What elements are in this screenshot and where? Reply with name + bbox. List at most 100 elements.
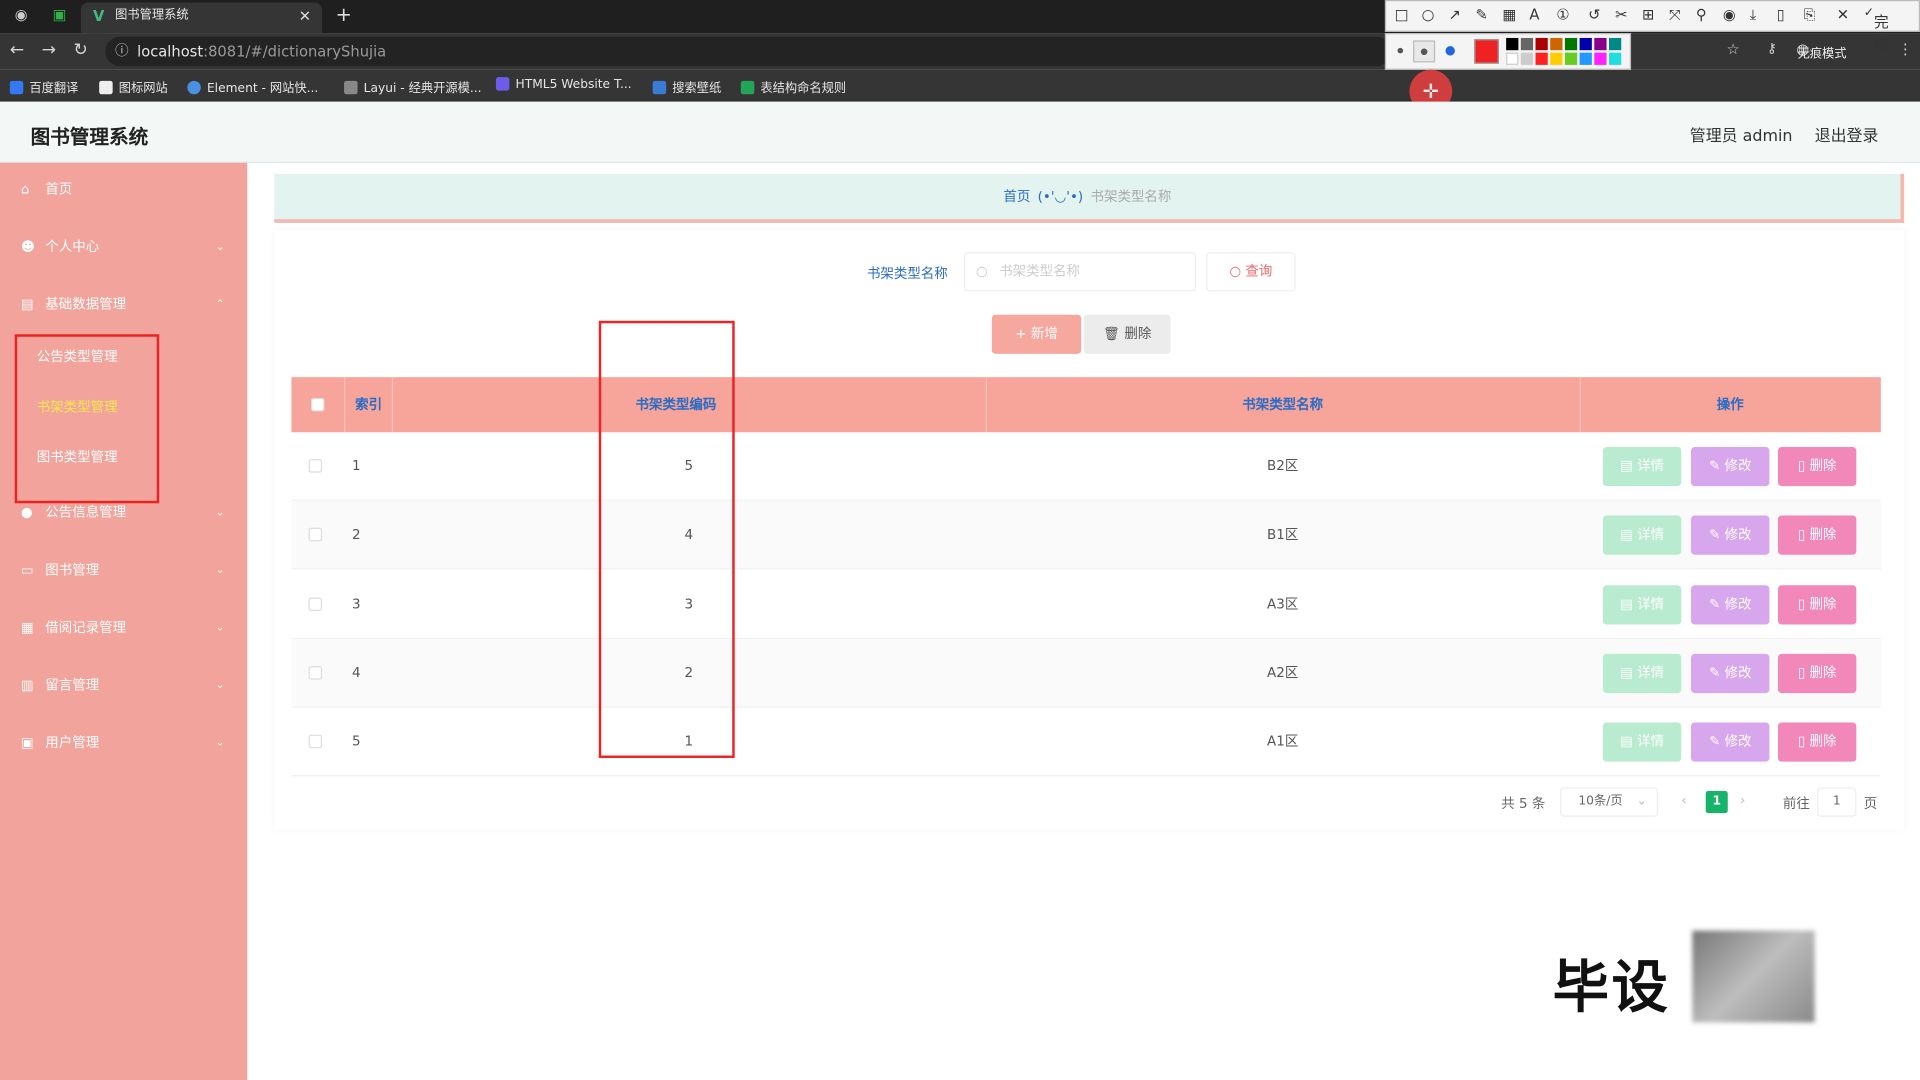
detail-button[interactable]: ▤ 详情 xyxy=(1602,585,1682,625)
color-swatch[interactable] xyxy=(1535,52,1548,65)
save-icon[interactable]: ⎘ xyxy=(1804,6,1816,24)
sidebar-item-base-data[interactable]: ▤ 基础数据管理 ⌃ xyxy=(0,278,247,332)
medium-dot-icon[interactable]: ● xyxy=(1413,40,1436,63)
current-color-swatch[interactable] xyxy=(1474,39,1499,64)
number-tool-icon[interactable]: ① xyxy=(1556,6,1569,23)
browser-tab[interactable]: V 图书管理系统 ✕ xyxy=(80,2,323,34)
add-button[interactable]: + 新增 xyxy=(991,314,1082,354)
expand-icon[interactable]: ⤧ xyxy=(1669,6,1681,24)
small-dot-icon[interactable]: ● xyxy=(1397,47,1403,56)
sidebar-item-users[interactable]: ▣ 用户管理 ⌄ xyxy=(0,716,247,770)
color-swatch[interactable] xyxy=(1550,37,1563,51)
bookmark-item[interactable]: Element - 网站快... xyxy=(187,77,318,96)
bookmark-item[interactable]: 百度翻译 xyxy=(9,77,79,96)
key-icon[interactable]: ⚷ xyxy=(1767,40,1777,56)
browser-menu-icon[interactable]: ◉ xyxy=(15,6,28,23)
row-checkbox[interactable] xyxy=(308,527,323,542)
arrow-tool-icon[interactable]: ↗ xyxy=(1449,6,1461,23)
delete-button[interactable]: ▯ 删除 xyxy=(1777,585,1857,625)
done-button[interactable]: ✓ 完成 xyxy=(1864,6,1889,51)
forward-icon[interactable]: → xyxy=(42,40,56,60)
bookmark-item[interactable]: 搜索壁纸 xyxy=(652,77,721,96)
detail-button[interactable]: ▤ 详情 xyxy=(1602,515,1682,555)
edit-button[interactable]: ✎ 修改 xyxy=(1691,585,1770,625)
prev-page-icon[interactable]: ‹ xyxy=(1681,792,1686,808)
pin-icon[interactable]: ⚲ xyxy=(1696,6,1707,23)
close-tab-icon[interactable]: ✕ xyxy=(299,2,311,29)
record-icon[interactable]: ◉ xyxy=(1723,6,1736,23)
color-swatch[interactable] xyxy=(1579,52,1592,65)
bookmark-item[interactable]: 表结构命名规则 xyxy=(740,77,846,96)
color-swatch[interactable] xyxy=(1520,37,1534,51)
row-checkbox[interactable] xyxy=(308,459,323,473)
edit-button[interactable]: ✎ 修改 xyxy=(1691,722,1770,762)
sidebar-item-borrow-records[interactable]: ▦ 借阅记录管理 ⌄ xyxy=(0,601,247,655)
color-swatch[interactable] xyxy=(1608,52,1622,65)
color-swatch[interactable] xyxy=(1579,37,1592,51)
batch-delete-button[interactable]: 🗑 删除 xyxy=(1083,314,1171,354)
page-size-select[interactable]: 10条/页 ⌄ xyxy=(1560,787,1658,817)
query-button[interactable]: ○ 查询 xyxy=(1206,252,1296,292)
color-swatch[interactable] xyxy=(1564,37,1578,51)
delete-button[interactable]: ▯ 删除 xyxy=(1777,515,1857,555)
color-swatch[interactable] xyxy=(1506,52,1519,65)
search-input[interactable]: ○ 书架类型名称 xyxy=(963,252,1197,292)
undo-icon[interactable]: ↺ xyxy=(1588,6,1600,23)
delete-button[interactable]: ▯ 删除 xyxy=(1777,722,1857,762)
pinned-tab-icon[interactable]: ▣ xyxy=(53,6,67,23)
row-checkbox[interactable] xyxy=(308,597,323,612)
column-header-name[interactable]: 书架类型名称 xyxy=(986,377,1580,432)
edit-button[interactable]: ✎ 修改 xyxy=(1691,515,1770,555)
current-page-button[interactable]: 1 xyxy=(1705,791,1728,814)
document-icon: ▤ xyxy=(1620,664,1633,681)
detail-button[interactable]: ▤ 详情 xyxy=(1602,653,1682,694)
color-swatch[interactable] xyxy=(1564,52,1578,65)
bookmark-star-icon[interactable]: ☆ xyxy=(1727,40,1740,57)
scissors-icon[interactable]: ✂ xyxy=(1615,6,1627,23)
select-all-checkbox[interactable] xyxy=(311,397,325,412)
color-swatch[interactable] xyxy=(1608,37,1622,51)
color-swatch[interactable] xyxy=(1550,52,1563,65)
bookmark-item[interactable]: 图标网站 xyxy=(99,77,168,96)
detail-button[interactable]: ▤ 详情 xyxy=(1602,446,1682,487)
breadcrumb-home[interactable]: 首页 xyxy=(1003,189,1030,205)
cell-name: B1区 xyxy=(1267,526,1299,543)
site-info-icon[interactable]: ⓘ xyxy=(115,37,128,66)
color-swatch[interactable] xyxy=(1594,52,1607,65)
logout-link[interactable]: 退出登录 xyxy=(1815,122,1879,145)
color-swatch[interactable] xyxy=(1535,37,1548,51)
cancel-icon[interactable]: ✕ xyxy=(1837,6,1849,23)
next-page-icon[interactable]: › xyxy=(1740,792,1745,808)
large-dot-icon[interactable]: ● xyxy=(1445,44,1456,57)
reload-icon[interactable]: ↻ xyxy=(73,40,87,60)
download-icon[interactable]: ⤓ xyxy=(1750,6,1757,24)
edit-button[interactable]: ✎ 修改 xyxy=(1691,446,1770,487)
url-field[interactable]: ⓘ localhost:8081/#/dictionaryShujia xyxy=(105,36,1392,67)
text-tool-icon[interactable]: A xyxy=(1529,6,1539,23)
bookmark-item[interactable]: HTML5 Website T... xyxy=(495,77,632,92)
new-tab-button[interactable]: + xyxy=(336,2,352,25)
delete-button[interactable]: ▯ 删除 xyxy=(1777,446,1857,487)
translate-icon[interactable]: ⊞ xyxy=(1642,6,1654,23)
delete-button[interactable]: ▯ 删除 xyxy=(1777,653,1857,694)
sidebar-item-messages[interactable]: ▥ 留言管理 ⌄ xyxy=(0,659,247,713)
ellipse-tool-icon[interactable]: ○ xyxy=(1422,6,1435,23)
mosaic-tool-icon[interactable]: ▦ xyxy=(1502,6,1516,23)
color-swatch[interactable] xyxy=(1594,37,1607,51)
more-menu-icon[interactable]: ⋮ xyxy=(1898,40,1913,57)
bookmark-item[interactable]: Layui - 经典开源模... xyxy=(344,77,482,96)
color-swatch[interactable] xyxy=(1506,37,1519,51)
goto-page-input[interactable]: 1 xyxy=(1817,787,1857,817)
row-checkbox[interactable] xyxy=(308,734,323,749)
row-checkbox[interactable] xyxy=(308,666,323,680)
sidebar-item-books[interactable]: ▭ 图书管理 ⌄ xyxy=(0,544,247,598)
back-icon[interactable]: ← xyxy=(10,40,24,60)
detail-button[interactable]: ▤ 详情 xyxy=(1602,722,1682,762)
color-swatch[interactable] xyxy=(1520,52,1534,65)
edit-button[interactable]: ✎ 修改 xyxy=(1691,653,1770,694)
pen-tool-icon[interactable]: ✎ xyxy=(1476,6,1488,23)
sidebar-item-home[interactable]: ⌂ 首页 xyxy=(0,163,247,217)
phone-icon[interactable]: ▯ xyxy=(1777,6,1785,23)
sidebar-item-personal-center[interactable]: ☻ 个人中心 ⌄ xyxy=(0,220,247,274)
rectangle-tool-icon[interactable]: □ xyxy=(1395,6,1409,23)
